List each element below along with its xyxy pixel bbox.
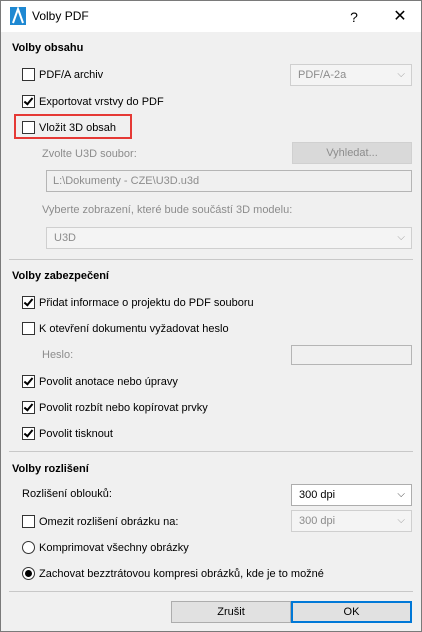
u3d-file-label: Zvolte U3D soubor: bbox=[42, 148, 137, 160]
u3d-file-label-row: Zvolte U3D soubor: bbox=[42, 148, 137, 160]
image-resolution-value: 300 dpi bbox=[299, 515, 336, 527]
archicad-icon bbox=[10, 7, 26, 25]
add-project-info-label: Přidat informace o projektu do PDF soubo… bbox=[39, 296, 254, 309]
chevron-down-icon: ⌵ bbox=[397, 69, 405, 80]
content-section-title: Volby obsahu bbox=[12, 42, 84, 54]
limit-image-checkbox-box[interactable] bbox=[22, 515, 35, 528]
chevron-down-icon: ⌵ bbox=[397, 515, 405, 526]
password-field[interactable] bbox=[291, 345, 412, 365]
add-project-info-checkbox[interactable]: Přidat informace o projektu do PDF soubo… bbox=[22, 296, 254, 309]
section-divider bbox=[9, 259, 413, 260]
view-select-value: U3D bbox=[54, 232, 77, 244]
export-layers-checkbox-box[interactable] bbox=[22, 95, 35, 108]
allow-annotations-checkbox-box[interactable] bbox=[22, 375, 35, 388]
view-label: Vyberte zobrazení, které bude součástí 3… bbox=[42, 204, 293, 216]
view-select[interactable]: U3D ⌵ bbox=[46, 227, 412, 249]
export-layers-checkbox[interactable]: Exportovat vrstvy do PDF bbox=[22, 95, 164, 108]
export-layers-label: Exportovat vrstvy do PDF bbox=[39, 95, 164, 108]
allow-extract-checkbox[interactable]: Povolit rozbít nebo kopírovat prvky bbox=[22, 401, 208, 414]
chevron-down-icon: ⌵ bbox=[397, 232, 405, 243]
keep-lossless-label: Zachovat bezztrátovou kompresi obrázků, … bbox=[39, 567, 324, 580]
password-label: Heslo: bbox=[42, 349, 74, 361]
help-button[interactable]: ? bbox=[336, 5, 372, 29]
compress-all-label: Komprimovat všechny obrázky bbox=[39, 541, 189, 554]
resolution-section-title: Volby rozlišení bbox=[12, 463, 89, 475]
arc-resolution-label-row: Rozlišení oblouků: bbox=[22, 488, 112, 500]
ok-button[interactable]: OK bbox=[291, 601, 412, 623]
allow-annotations-checkbox[interactable]: Povolit anotace nebo úpravy bbox=[22, 375, 178, 388]
require-password-checkbox-box[interactable] bbox=[22, 322, 35, 335]
image-resolution-select[interactable]: 300 dpi ⌵ bbox=[291, 510, 412, 532]
u3d-path-field[interactable]: L:\Dokumenty - CZE\U3D.u3d bbox=[46, 170, 412, 192]
require-password-checkbox[interactable]: K otevření dokumentu vyžadovat heslo bbox=[22, 322, 229, 335]
arc-resolution-select[interactable]: 300 dpi ⌵ bbox=[291, 484, 412, 506]
require-password-label: K otevření dokumentu vyžadovat heslo bbox=[39, 322, 229, 335]
add-project-info-checkbox-box[interactable] bbox=[22, 296, 35, 309]
keep-lossless-radio-circle[interactable] bbox=[22, 567, 35, 580]
allow-extract-label: Povolit rozbít nebo kopírovat prvky bbox=[39, 401, 208, 414]
allow-print-checkbox-box[interactable] bbox=[22, 427, 35, 440]
section-divider bbox=[9, 451, 413, 452]
limit-image-resolution-checkbox[interactable]: Omezit rozlišení obrázku na: bbox=[22, 515, 178, 528]
arc-resolution-label: Rozlišení oblouků: bbox=[22, 488, 112, 500]
close-button[interactable]: ✕ bbox=[382, 5, 418, 29]
security-section-title: Volby zabezpečení bbox=[12, 270, 109, 282]
title-bar: Volby PDF ? ✕ bbox=[1, 1, 421, 32]
pdf-options-dialog: Volby PDF ? ✕ Volby obsahu PDF/A archiv … bbox=[0, 0, 422, 632]
cancel-button[interactable]: Zrušit bbox=[171, 601, 291, 623]
allow-annotations-label: Povolit anotace nebo úpravy bbox=[39, 375, 178, 388]
pdfa-version-select[interactable]: PDF/A-2a ⌵ bbox=[290, 64, 412, 86]
dialog-content: Volby obsahu PDF/A archiv PDF/A-2a ⌵ Exp… bbox=[1, 32, 421, 631]
pdfa-checkbox-box[interactable] bbox=[22, 68, 35, 81]
pdfa-archive-checkbox[interactable]: PDF/A archiv bbox=[22, 68, 103, 81]
compress-all-radio-circle[interactable] bbox=[22, 541, 35, 554]
insert-3d-checkbox-box[interactable] bbox=[22, 121, 35, 134]
password-label-row: Heslo: bbox=[42, 349, 73, 361]
window-title: Volby PDF bbox=[32, 9, 89, 23]
footer-divider bbox=[9, 591, 413, 592]
allow-print-checkbox[interactable]: Povolit tisknout bbox=[22, 427, 113, 440]
allow-print-label: Povolit tisknout bbox=[39, 427, 113, 440]
pdfa-version-value: PDF/A-2a bbox=[298, 69, 347, 81]
keep-lossless-radio[interactable]: Zachovat bezztrátovou kompresi obrázků, … bbox=[22, 567, 324, 580]
pdfa-label: PDF/A archiv bbox=[39, 68, 104, 81]
insert-3d-label: Vložit 3D obsah bbox=[39, 121, 117, 134]
limit-image-label: Omezit rozlišení obrázku na: bbox=[39, 515, 179, 528]
browse-button[interactable]: Vyhledat... bbox=[292, 142, 412, 164]
insert-3d-checkbox[interactable]: Vložit 3D obsah bbox=[22, 121, 116, 134]
compress-all-radio[interactable]: Komprimovat všechny obrázky bbox=[22, 541, 189, 554]
allow-extract-checkbox-box[interactable] bbox=[22, 401, 35, 414]
view-label-row: Vyberte zobrazení, které bude součástí 3… bbox=[42, 204, 292, 216]
chevron-down-icon: ⌵ bbox=[397, 489, 405, 500]
arc-resolution-value: 300 dpi bbox=[299, 489, 336, 501]
